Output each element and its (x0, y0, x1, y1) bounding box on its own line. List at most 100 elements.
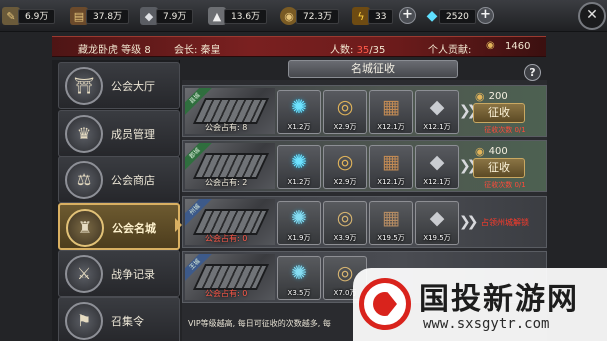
resource-value: 13.6万 (224, 8, 268, 24)
city-image: 郡城 公会占有: 2 (185, 143, 275, 189)
reward-slot[interactable]: ✺ X1.2万 (277, 90, 321, 134)
reward-quantity: X3.9万 (333, 234, 357, 242)
page-title: 名城征收 (288, 60, 458, 78)
sidebar-item-famous-city[interactable]: ♜ 公会名城 (58, 203, 180, 250)
collect-count: 征收次数 0/1 (484, 181, 526, 189)
close-icon: ✕ (586, 7, 598, 23)
resource-iron: ◆ 7.9万 (140, 6, 194, 26)
sidebar-item-label: 公会商店 (111, 174, 155, 187)
resource-value: 37.8万 (86, 8, 130, 24)
war-record-icon: ⚔ (65, 255, 103, 293)
coin-icon: ◉ (475, 144, 485, 158)
collect-button[interactable]: 征收 (473, 158, 525, 178)
reward-quantity: X1.2万 (287, 178, 311, 186)
reward-slot[interactable]: ◎ X2.9万 (323, 90, 367, 134)
watermark-url: www.sxsgytr.com (423, 316, 550, 332)
coin-icon: ◎ (336, 96, 354, 118)
spirit-icon: ✺ (291, 207, 307, 229)
sidebar-item-label: 成员管理 (111, 128, 155, 141)
reward-quantity: X19.5万 (377, 234, 405, 242)
resource-diamond: ◆ 2520 (423, 6, 476, 26)
iron-icon: ◆ (429, 151, 445, 173)
reward-slot[interactable]: ✺ X1.9万 (277, 201, 321, 245)
resource-value: 33 (368, 8, 394, 24)
resource-stamina: ϟ 33 (352, 6, 394, 26)
city-occupied-count: 公会占有: 0 (205, 289, 248, 298)
reward-slot[interactable]: ◆ X12.1万 (415, 145, 459, 189)
reward-slot[interactable]: ✺ X3.5万 (277, 256, 321, 300)
sidebar-item-guild-shop[interactable]: ⚖ 公会商店 (58, 156, 180, 203)
close-button[interactable]: ✕ (578, 2, 606, 30)
city-tier-ribbon: 州城 (185, 199, 213, 227)
guild-info-bar: 藏龙卧虎 等级 8 会长: 秦皇 人数: 35/35 个人贡献: ◉ 1460 (52, 36, 546, 57)
resource-stone: ▲ 13.6万 (208, 6, 268, 26)
resource-feather: ✎ 6.9万 (2, 6, 56, 26)
city-row-county: 县城 公会占有: 8 ✺ X1.2万 ◎ X2.9万 ▦ X12.1万 ◆ X1… (182, 85, 547, 137)
guild-shop-icon: ⚖ (65, 161, 103, 199)
wood-icon: ▦ (382, 151, 400, 173)
guild-sidebar: ⛩ 公会大厅 ♛ 成员管理 ⚖ 公会商店 ♜ 公会名城 ⚔ 战争记录 ⚑ 召集令 (52, 60, 180, 341)
coin-icon: ◉ (475, 89, 485, 103)
sidebar-item-label: 公会名城 (112, 222, 156, 235)
reward-quantity: X3.5万 (287, 289, 311, 297)
reward-quantity: X1.2万 (287, 123, 311, 131)
collect-button[interactable]: 征收 (473, 103, 525, 123)
reward-slot[interactable]: ▦ X19.5万 (369, 201, 413, 245)
help-button[interactable]: ? (524, 64, 541, 81)
add-diamond-button[interactable]: + (477, 7, 494, 24)
resource-value: 6.9万 (18, 8, 56, 24)
iron-icon: ◆ (429, 96, 445, 118)
reward-slot[interactable]: ◆ X12.1万 (415, 90, 459, 134)
guild-hall-icon: ⛩ (65, 67, 103, 105)
city-tier-ribbon: 王城 (185, 254, 213, 282)
sidebar-item-label: 战争记录 (111, 268, 155, 281)
spirit-icon: ✺ (291, 151, 307, 173)
reward-slot[interactable]: ✺ X1.2万 (277, 145, 321, 189)
reward-quantity: X12.1万 (423, 178, 451, 186)
famous-city-icon: ♜ (66, 209, 104, 247)
collect-cost: ◉ 400 (475, 144, 508, 158)
sidebar-item-guild-hall[interactable]: ⛩ 公会大厅 (58, 62, 180, 109)
summon-order-icon: ⚑ (65, 302, 103, 340)
reward-slot[interactable]: ◆ X19.5万 (415, 201, 459, 245)
city-occupied-count: 公会占有: 0 (205, 234, 248, 243)
reward-quantity: X19.5万 (423, 234, 451, 242)
coin-icon: ◎ (336, 207, 354, 229)
reward-slot[interactable]: ▦ X12.1万 (369, 90, 413, 134)
reward-quantity: X1.9万 (287, 234, 311, 242)
reward-slot[interactable]: ◎ X3.9万 (323, 201, 367, 245)
city-occupied-count: 公会占有: 8 (205, 123, 248, 132)
sidebar-item-summon-order[interactable]: ⚑ 召集令 (58, 297, 180, 341)
resource-value: 7.9万 (156, 8, 194, 24)
contribution-label: 个人贡献: (428, 45, 472, 56)
reward-quantity: X12.1万 (377, 178, 405, 186)
sidebar-item-member-management[interactable]: ♛ 成员管理 (58, 110, 180, 157)
city-tier-ribbon: 县城 (185, 88, 213, 116)
city-occupied-count: 公会占有: 2 (205, 178, 248, 187)
coin-icon: ◎ (336, 151, 354, 173)
sidebar-item-label: 召集令 (111, 315, 144, 328)
spirit-icon: ✺ (291, 262, 307, 284)
collect-count: 征收次数 0/1 (484, 126, 526, 134)
resource-wood: ▤ 37.8万 (70, 6, 130, 26)
guild-members: 人数: 35/35 (330, 45, 386, 56)
site-watermark: 国投新游网 www.sxsgytr.com (353, 268, 607, 341)
watermark-site-name: 国投新游网 (419, 282, 579, 317)
reward-quantity: X2.9万 (333, 123, 357, 131)
cost-value: 400 (488, 145, 508, 157)
add-stamina-button[interactable]: + (399, 7, 416, 24)
guild-name: 藏龙卧虎 等级 8 (78, 45, 151, 56)
reward-slot[interactable]: ◎ X2.9万 (323, 145, 367, 189)
iron-icon: ◆ (429, 207, 445, 229)
city-image: 县城 公会占有: 8 (185, 88, 275, 134)
city-row-province: 州城 公会占有: 0 ✺ X1.9万 ◎ X3.9万 ▦ X19.5万 ◆ X1… (182, 196, 547, 248)
contribution-value: 1460 (505, 41, 531, 52)
cost-value: 200 (488, 90, 508, 102)
wood-icon: ▦ (382, 207, 400, 229)
sidebar-item-war-record[interactable]: ⚔ 战争记录 (58, 250, 180, 297)
reward-slot[interactable]: ▦ X12.1万 (369, 145, 413, 189)
city-image: 州城 公会占有: 0 (185, 199, 275, 245)
member-management-icon: ♛ (65, 115, 103, 153)
active-tab-arrow-icon (175, 218, 182, 232)
reward-quantity: X12.1万 (423, 123, 451, 131)
